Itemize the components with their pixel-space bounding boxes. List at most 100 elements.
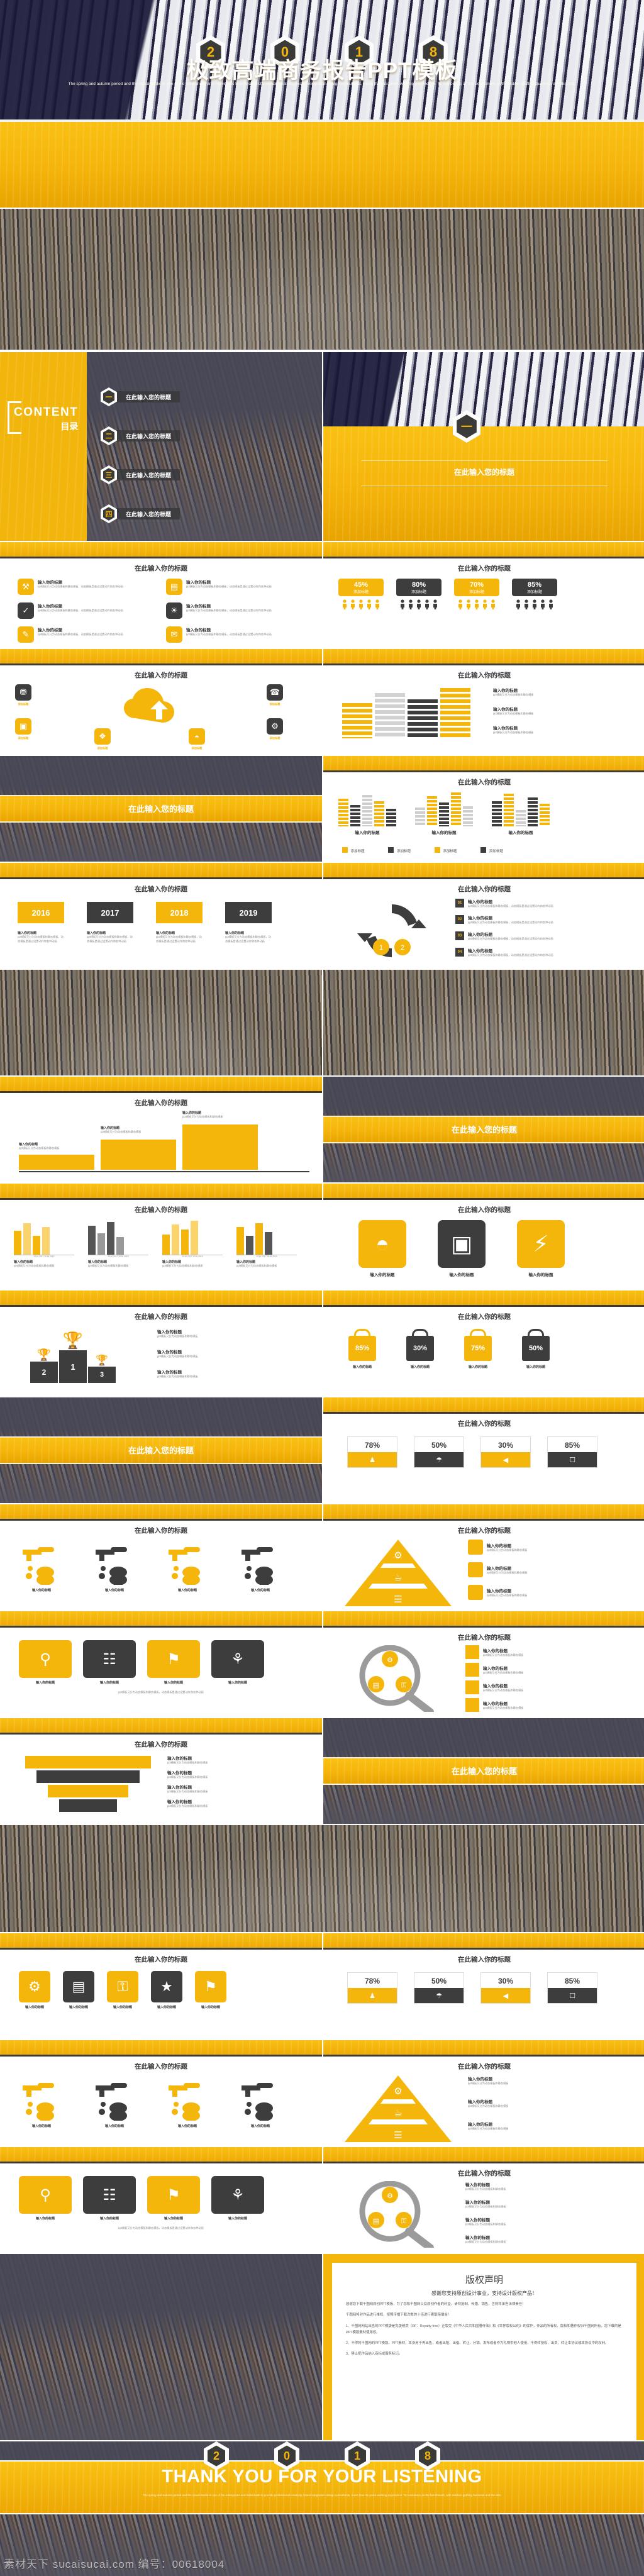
bag-item-4[interactable]: 50% 输入你的标题 [522, 1336, 550, 1369]
stat-card-2[interactable]: 50% ☂ [414, 1436, 464, 1468]
bar-group-1[interactable]: 2016 2017 2018 2019 输入你的标题 ppt模板又分为动态模板和… [14, 1220, 74, 1269]
column-group-1[interactable]: 输入你的标题 [338, 792, 396, 835]
building-bar-4[interactable] [440, 688, 470, 738]
bar-group-2[interactable]: 2016 2017 2018 2019 输入你的标题 ppt模板又分为动态模板和… [88, 1220, 148, 1269]
magnifier-row-1[interactable]: 输入你的标题 ppt模板又分为动态模板和静态模板 [465, 1645, 609, 1659]
magnifier-row-1[interactable]: 输入你的标题 ppt模板又分为动态模板和静态模板 [465, 2181, 601, 2192]
cloud-node-1[interactable]: ⛃ 添加标题 [15, 684, 31, 707]
people-group-3[interactable]: 70% 添加标题 [454, 579, 499, 609]
toc-item-3[interactable]: 三 在此输入您的标题 [101, 465, 180, 484]
podium-label-1[interactable]: 输入你的标题 ppt模板又分为动态模板和静态模板 [157, 1328, 289, 1339]
bag-item-2[interactable]: 30% 输入你的标题 [406, 1336, 434, 1369]
people-group-2[interactable]: 80% 添加标题 [396, 579, 441, 609]
building-legend-3[interactable]: 输入你的标题 ppt模板又分为动态模板和静态模板 [493, 724, 619, 735]
triangle-row-3[interactable]: 输入你的标题 ppt模板又分为动态模板和静态模板 [468, 2121, 600, 2131]
card-item-2[interactable]: ☷ 输入你的标题 [83, 1640, 136, 1685]
stat-card-1[interactable]: 78% ♟ [347, 1972, 397, 2004]
podium-place-3[interactable]: 🏆 3 [88, 1354, 116, 1383]
cloud-node-4[interactable]: ◓ 添加标题 [189, 728, 205, 751]
stair-label-2[interactable]: 输入你的标题 ppt模板又分为动态模板和静态模板 [101, 1126, 175, 1135]
magnifier-row-4[interactable]: 输入你的标题 ppt模板又分为动态模板和静态模板 [465, 1698, 609, 1712]
bar-group-3[interactable]: 2016 2017 2018 2019 输入你的标题 ppt模板又分为动态模板和… [162, 1220, 223, 1269]
tap-item-1[interactable]: 输入你的标题 [16, 2079, 67, 2128]
triangle-row-1[interactable]: 输入你的标题 ppt模板又分为动态模板和静态模板 [468, 1540, 606, 1555]
tap-item-3[interactable]: 输入你的标题 [162, 1543, 213, 1592]
icon-grid-item-3[interactable]: ✓ 输入你的标题 ppt模板又分为动态模板和静态模板，动态模板是通过设置动作和各… [18, 602, 132, 619]
card-item-3[interactable]: ⚑ 输入你的标题 [147, 1640, 200, 1685]
bag-item-1[interactable]: 85% 输入你的标题 [348, 1336, 376, 1369]
triangle-row-2[interactable]: 输入你的标题 ppt模板又分为动态模板和静态模板 [468, 1562, 606, 1577]
legend-entry-2[interactable]: 添加标题 [388, 844, 411, 855]
triangle-row-1[interactable]: 输入你的标题 ppt模板又分为动态模板和静态模板 [468, 2075, 600, 2086]
cycle-step-1[interactable]: 01 输入你的标题 ppt模板又分为动态模板和静态模板，动态模板是通过设置动作和… [455, 898, 600, 909]
year-label-3[interactable]: 输入你的标题 ppt模板又分为动态模板和静态模板，动态模板是通过设置动作和各种动… [156, 931, 203, 943]
card-item-4[interactable]: ⚘ 输入你的标题 [211, 1640, 264, 1685]
tap-item-2[interactable]: 输入你的标题 [89, 2079, 140, 2128]
magnifier-row-3[interactable]: 输入你的标题 ppt模板又分为动态模板和静态模板 [465, 1680, 609, 1694]
repeat-item-3[interactable]: ⚿ 输入你的标题 [107, 1971, 138, 2009]
magnifier-row-2[interactable]: 输入你的标题 ppt模板又分为动态模板和静态模板 [465, 2199, 601, 2209]
magnifier-row-2[interactable]: 输入你的标题 ppt模板又分为动态模板和静态模板 [465, 1663, 609, 1677]
triangle-row-3[interactable]: 输入你的标题 ppt模板又分为动态模板和静态模板 [468, 1585, 606, 1600]
building-legend-2[interactable]: 输入你的标题 ppt模板又分为动态模板和静态模板 [493, 706, 619, 716]
legend-entry-4[interactable]: 添加标题 [480, 844, 503, 855]
column-group-2[interactable]: 输入你的标题 [415, 792, 473, 835]
year-label-2[interactable]: 输入你的标题 ppt模板又分为动态模板和静态模板，动态模板是通过设置动作和各种动… [87, 931, 133, 943]
year-box-2019[interactable]: 2019 [225, 902, 272, 923]
stair-step-2[interactable] [101, 1140, 176, 1170]
icon-grid-item-2[interactable]: ▤ 输入你的标题 ppt模板又分为动态模板和静态模板，动态模板是通过设置动作和各… [166, 579, 280, 595]
card-item-3[interactable]: ⚑ 输入你的标题 [147, 2176, 200, 2221]
podium-place-2[interactable]: 🏆 2 [30, 1348, 58, 1383]
stat-card-2[interactable]: 50% ☂ [414, 1972, 464, 2004]
tap-item-4[interactable]: 输入你的标题 [235, 2079, 286, 2128]
cycle-step-4[interactable]: 04 输入你的标题 ppt模板又分为动态模板和静态模板，动态模板是通过设置动作和… [455, 947, 600, 958]
repeat-item-2[interactable]: ▤ 输入你的标题 [63, 1971, 94, 2009]
legend-entry-1[interactable]: 添加标题 [342, 844, 364, 855]
toc-item-2[interactable]: 二 在此输入您的标题 [101, 426, 180, 445]
funnel-label-1[interactable]: 输入你的标题 ppt模板又分为动态模板和静态模板 [167, 1755, 293, 1765]
icon-grid-item-6[interactable]: ✉ 输入你的标题 ppt模板又分为动态模板和静态模板，动态模板是通过设置动作和各… [166, 626, 280, 643]
year-label-1[interactable]: 输入你的标题 ppt模板又分为动态模板和静态模板，动态模板是通过设置动作和各种动… [18, 931, 64, 943]
repeat-item-1[interactable]: ⚙ 输入你的标题 [19, 1971, 50, 2009]
toc-item-4[interactable]: 四 在此输入您的标题 [101, 504, 180, 523]
year-box-2018[interactable]: 2018 [156, 902, 203, 923]
bag-item-3[interactable]: 75% 输入你的标题 [464, 1336, 492, 1369]
building-bar-2[interactable] [375, 693, 405, 738]
stair-step-1[interactable] [19, 1155, 94, 1170]
building-bar-3[interactable] [408, 699, 438, 738]
big-icon-item-1[interactable]: ◓ 输入你的标题 [358, 1220, 406, 1277]
icon-grid-item-5[interactable]: ✎ 输入你的标题 ppt模板又分为动态模板和静态模板，动态模板是通过设置动作和各… [18, 626, 132, 643]
building-legend-1[interactable]: 输入你的标题 ppt模板又分为动态模板和静态模板 [493, 687, 619, 697]
triangle-row-2[interactable]: 输入你的标题 ppt模板又分为动态模板和静态模板 [468, 2098, 600, 2109]
tap-item-2[interactable]: 输入你的标题 [89, 1543, 140, 1592]
card-item-4[interactable]: ⚘ 输入你的标题 [211, 2176, 264, 2221]
podium-label-2[interactable]: 输入你的标题 ppt模板又分为动态模板和静态模板 [157, 1348, 289, 1359]
cloud-node-3[interactable]: ❖ 添加标题 [94, 728, 111, 751]
podium-place-1[interactable]: 🏆 1 [59, 1331, 87, 1383]
bar-group-4[interactable]: 2016 2017 2018 2019 输入你的标题 ppt模板又分为动态模板和… [236, 1220, 297, 1269]
stat-card-3[interactable]: 30% ◀ [480, 1972, 531, 2004]
icon-grid-item-1[interactable]: ⚒ 输入你的标题 ppt模板又分为动态模板和静态模板，动态模板是通过设置动作和各… [18, 579, 132, 595]
cloud-node-5[interactable]: ☎ 添加标题 [267, 684, 283, 707]
legend-entry-3[interactable]: 添加标题 [434, 844, 457, 855]
podium-label-3[interactable]: 输入你的标题 ppt模板又分为动态模板和静态模板 [157, 1368, 289, 1379]
column-group-3[interactable]: 输入你的标题 [492, 792, 550, 835]
stat-card-3[interactable]: 30% ◀ [480, 1436, 531, 1468]
funnel-label-4[interactable]: 输入你的标题 ppt模板又分为动态模板和静态模板 [167, 1798, 293, 1809]
repeat-item-5[interactable]: ⚑ 输入你的标题 [195, 1971, 226, 2009]
big-icon-item-3[interactable]: ⚡ 输入你的标题 [517, 1220, 565, 1277]
year-box-2017[interactable]: 2017 [87, 902, 133, 923]
people-group-1[interactable]: 45% 添加标题 [338, 579, 384, 609]
magnifier-row-4[interactable]: 输入你的标题 ppt模板又分为动态模板和静态模板 [465, 2234, 601, 2245]
magnifier-row-3[interactable]: 输入你的标题 ppt模板又分为动态模板和静态模板 [465, 2216, 601, 2227]
cycle-step-3[interactable]: 03 输入你的标题 ppt模板又分为动态模板和静态模板，动态模板是通过设置动作和… [455, 931, 600, 941]
stair-label-3[interactable]: 输入你的标题 ppt模板又分为动态模板和静态模板 [182, 1111, 257, 1119]
stat-card-1[interactable]: 78% ♟ [347, 1436, 397, 1468]
year-label-4[interactable]: 输入你的标题 ppt模板又分为动态模板和静态模板，动态模板是通过设置动作和各种动… [225, 931, 272, 943]
tap-item-4[interactable]: 输入你的标题 [235, 1543, 286, 1592]
tap-item-3[interactable]: 输入你的标题 [162, 2079, 213, 2128]
card-item-1[interactable]: ⚲ 输入你的标题 [19, 2176, 72, 2221]
toc-item-1[interactable]: 一 在此输入您的标题 [101, 387, 180, 406]
stair-label-1[interactable]: 输入你的标题 ppt模板又分为动态模板和静态模板 [19, 1142, 93, 1151]
big-icon-item-2[interactable]: ▣ 输入你的标题 [438, 1220, 486, 1277]
